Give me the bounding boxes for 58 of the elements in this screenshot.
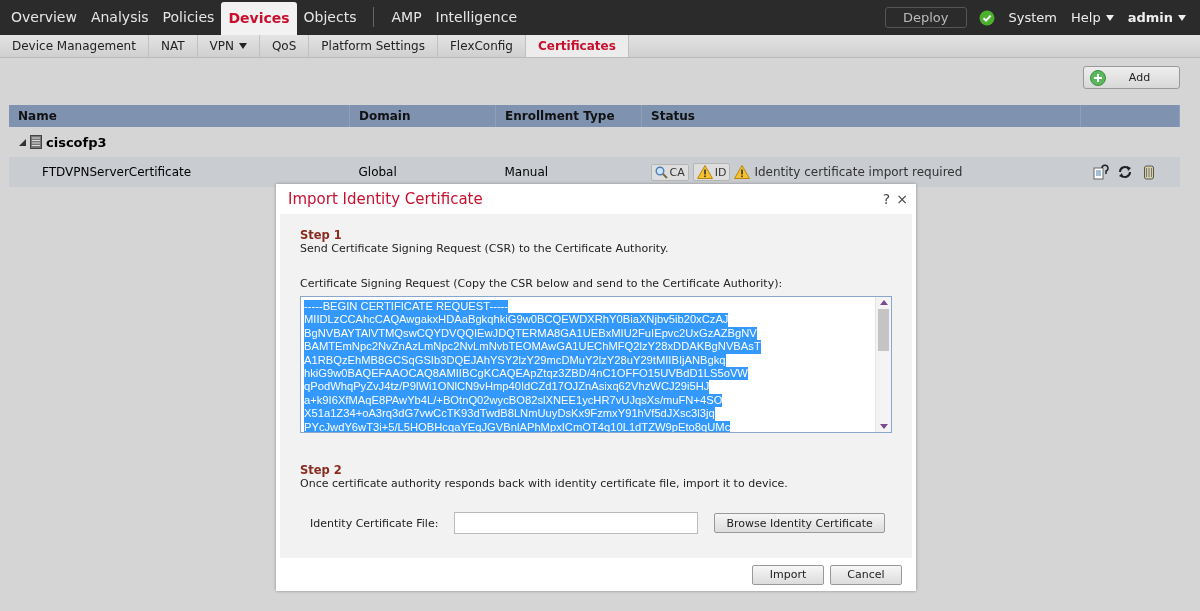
warning-icon — [696, 165, 713, 179]
step-description: Once certificate authority responds back with identity certificate file, import it to device. — [300, 477, 789, 490]
server-icon — [30, 135, 42, 149]
subnav-tab[interactable]: QoS — [259, 35, 310, 57]
add-button[interactable]: Add — [1083, 66, 1180, 89]
file-label: Identity Certificate File: — [310, 516, 439, 530]
document-question-icon[interactable] — [1092, 164, 1109, 180]
caret-icon — [1178, 14, 1186, 21]
subnav-tab[interactable]: FlexConfig — [437, 35, 526, 57]
column-header: Domain — [349, 105, 496, 127]
browse-button[interactable]: Browse Identity Certificate — [714, 513, 885, 533]
import-button[interactable]: Import — [752, 564, 824, 585]
scroll-up-arrow-icon[interactable] — [879, 300, 888, 305]
scrollbar-thumb[interactable] — [878, 309, 889, 351]
nav-tab[interactable]: Intelligence — [428, 2, 525, 33]
subnav-tab[interactable]: NAT — [148, 35, 198, 57]
subnav-tab[interactable]: Platform Settings — [309, 35, 438, 57]
warning-icon — [734, 165, 751, 179]
cancel-button[interactable]: Cancel — [830, 564, 902, 585]
nav-tab[interactable]: AMP — [384, 2, 429, 33]
enrollment-type-cell: Manual — [504, 165, 549, 179]
system-menu[interactable]: System — [1008, 10, 1057, 25]
caret-icon — [1105, 14, 1114, 21]
status-text: Identity certificate import required — [754, 165, 963, 179]
subnav-tab[interactable]: Certificates — [526, 35, 629, 57]
refresh-icon[interactable] — [1116, 164, 1133, 180]
certificate-name: FTDVPNServerCertificate — [41, 165, 192, 179]
nav-tab[interactable]: Overview — [4, 2, 84, 33]
plus-circle-icon — [1090, 69, 1106, 86]
nav-tab[interactable]: Devices — [221, 2, 297, 35]
help-menu[interactable]: Help — [1071, 10, 1114, 25]
magnifier-icon — [654, 165, 668, 179]
help-button[interactable]: ? — [882, 191, 891, 207]
subnav-tab[interactable]: Device Management — [0, 35, 149, 57]
user-menu[interactable]: admin — [1127, 10, 1186, 25]
step-heading: Step 2 — [300, 463, 343, 477]
device-name: ciscofp3 — [46, 134, 107, 150]
domain-cell: Global — [358, 165, 397, 179]
check-circle-icon — [978, 9, 995, 26]
deploy-button[interactable]: Deploy — [885, 7, 967, 28]
scroll-down-arrow-icon[interactable] — [879, 424, 888, 429]
column-header: Status — [641, 105, 1081, 127]
column-header: Name — [9, 105, 350, 127]
step-description: Send Certificate Signing Request (CSR) to the Certificate Authority. — [300, 242, 670, 255]
subnav-tab[interactable]: VPN — [197, 35, 260, 57]
file-input-field[interactable] — [454, 512, 699, 534]
close-button[interactable]: × — [896, 191, 908, 207]
dialog-title: Import Identity Certificate — [288, 190, 483, 208]
status-badge[interactable]: ID — [692, 163, 731, 181]
nav-tab[interactable]: Analysis — [83, 2, 156, 33]
csr-label: Certificate Signing Request (Copy the CSR below and send to the Certificate Authority): — [300, 277, 784, 290]
scrollbar[interactable] — [875, 297, 891, 432]
step-heading: Step 1 — [300, 228, 343, 242]
nav-tab[interactable]: Objects — [296, 2, 364, 33]
expand-toggle-icon[interactable] — [18, 138, 26, 146]
nav-tab[interactable]: Policies — [155, 2, 222, 33]
status-badge[interactable]: CA — [650, 163, 689, 181]
column-header: Enrollment Type — [495, 105, 642, 127]
